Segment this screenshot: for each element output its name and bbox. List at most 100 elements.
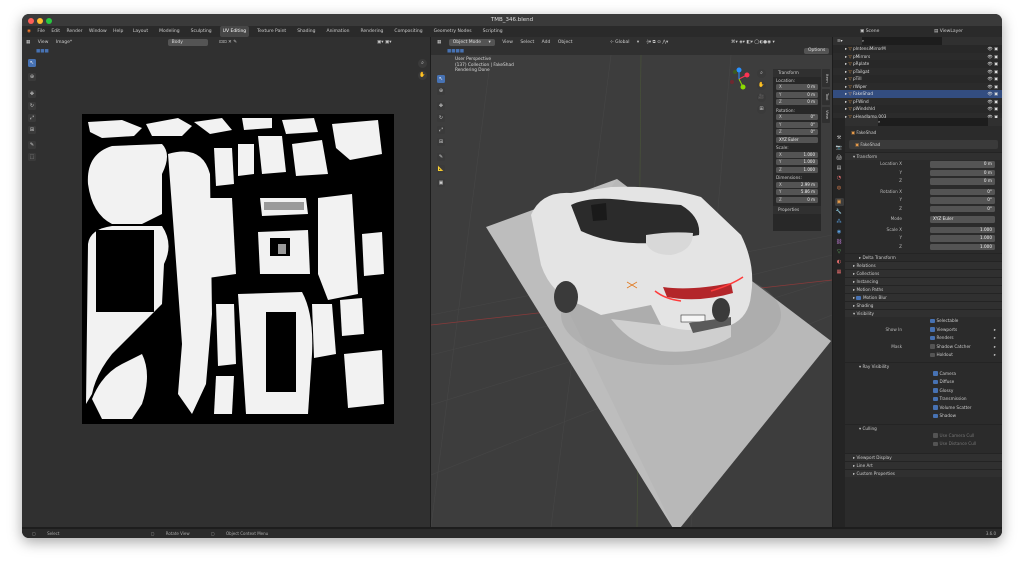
physics-tab-icon[interactable]: ◉ [835, 228, 844, 236]
ray-diffuse-checkbox[interactable]: Diffuse [845, 378, 1002, 387]
n-rot-z[interactable]: Z 0° [776, 129, 818, 135]
vp-scale-tool-icon[interactable]: ⤢ [437, 126, 445, 134]
outliner-item[interactable]: ▸ ▽ rWiper 👁 ▣ [833, 82, 1002, 90]
section-shading[interactable]: ▸ Shading [845, 301, 1002, 309]
viewport-editor-type-icon[interactable]: ▦ [437, 37, 441, 48]
n-panel-properties[interactable]: Properties [773, 206, 821, 214]
minimize-window-button[interactable] [37, 17, 43, 24]
ray-glossy-checkbox[interactable]: Glossy [845, 387, 1002, 396]
ray-shadow-checkbox[interactable]: Shadow [845, 412, 1002, 421]
ray-volume-checkbox[interactable]: Volume Scatter [845, 404, 1002, 413]
camera-view-icon[interactable]: 🎥 [757, 93, 766, 102]
section-delta-transform[interactable]: ▸ Delta Transform [845, 253, 1002, 261]
rotate-tool-icon[interactable]: ↻ [28, 102, 36, 110]
section-culling[interactable]: ▾ Culling [845, 423, 1002, 432]
properties-search[interactable]: ⌕ [878, 118, 988, 126]
prop-scale-z[interactable]: 1.000 [930, 243, 995, 250]
zoom-view-icon[interactable]: ⌕ [418, 59, 427, 68]
distance-cull-checkbox[interactable]: Use Distance Cull [845, 440, 1002, 449]
outliner-item-selected[interactable]: ▸ ▽ FakeShad 👁 ▣ [833, 90, 1002, 98]
output-tab-icon[interactable]: 🖨 [835, 154, 844, 162]
ray-transmission-checkbox[interactable]: Transmission [845, 395, 1002, 404]
object-data-field[interactable]: ▣ FakeShad [849, 140, 998, 149]
uv-map-selector[interactable]: Body [167, 39, 208, 46]
outliner-item[interactable]: ▸ ▽ pRplate 👁 ▣ [833, 60, 1002, 68]
mode-selector[interactable]: Object Mode ▾ [448, 39, 495, 46]
select-mode-icon[interactable]: ■■■■ [447, 48, 464, 55]
overlay-icons[interactable]: ⌘▾ ◈▾ ◧▾ ◯◐●◉ ▾ [731, 37, 775, 48]
section-viewport-display[interactable]: ▸ Viewport Display [845, 452, 1002, 461]
scale-tool-icon[interactable]: ⤢ [28, 114, 36, 122]
n-dim-y[interactable]: Y 5.86 m [776, 189, 818, 195]
side-tab-item[interactable]: Item [822, 69, 830, 87]
material-tab-icon[interactable]: ◐ [835, 258, 844, 266]
world-tab-icon[interactable]: ◍ [835, 184, 844, 192]
outliner-type-icon[interactable]: ☰▾ [837, 38, 843, 43]
prop-rot-x[interactable]: 0° [930, 188, 995, 195]
pan-view-icon[interactable]: ✋ [418, 71, 427, 80]
n-loc-y[interactable]: Y0 m [776, 91, 818, 98]
tab-layout[interactable]: Layout [130, 26, 151, 37]
outliner-search[interactable]: ⌕ [861, 37, 942, 45]
3d-viewport[interactable]: ↖ ⊕ ✥ ↻ ⤢ ⊞ ✎ 📐 ▣ User Perspective (137)… [431, 55, 832, 527]
outliner-item[interactable]: ▸ ▽ pMirrors 👁 ▣ [833, 52, 1002, 60]
vp-pan-icon[interactable]: ✋ [757, 81, 766, 90]
tool-tab-icon[interactable]: ⚒ [835, 134, 844, 142]
vp-menu-view[interactable]: View [502, 37, 513, 48]
section-line-art[interactable]: ▸ Line Art [845, 460, 1002, 469]
section-transform[interactable]: ▾ Transform [845, 152, 1002, 160]
ortho-toggle-icon[interactable]: ⊞ [757, 105, 766, 114]
vp-select-tool-icon[interactable]: ↖ [437, 75, 445, 83]
side-tab-tool[interactable]: Tool [822, 89, 830, 105]
outliner-item[interactable]: ▸ ▽ pTailgat 👁 ▣ [833, 67, 1002, 75]
prop-loc-z[interactable]: 0 m [930, 178, 995, 185]
camera-cull-checkbox[interactable]: Use Camera Cull [845, 432, 1002, 441]
outliner-item[interactable]: ▸ ▽ pFWind 👁 ▣ [833, 97, 1002, 105]
tab-sculpting[interactable]: Sculpting [188, 26, 215, 37]
tab-texture-paint[interactable]: Texture Paint [254, 26, 289, 37]
tab-shading[interactable]: Shading [294, 26, 318, 37]
prop-loc-x[interactable]: 0 m [930, 161, 995, 168]
vp-menu-add[interactable]: Add [542, 37, 551, 48]
scene-selector[interactable]: ▣ Scene [860, 26, 884, 37]
ray-camera-checkbox[interactable]: Camera [845, 370, 1002, 379]
menu-edit[interactable]: Edit [51, 26, 60, 37]
n-scale-z[interactable]: Z 1.000 [776, 166, 818, 173]
tab-compositing[interactable]: Compositing [391, 26, 425, 37]
prop-rot-y[interactable]: 0° [930, 197, 995, 204]
prop-scale-x[interactable]: 1.000 [930, 226, 995, 233]
tab-geometry-nodes[interactable]: Geometry Nodes [431, 26, 475, 37]
display-mode-icon[interactable]: ▣▾ ▣▾ [377, 37, 391, 48]
n-loc-x[interactable]: X0 m [776, 84, 818, 90]
modifier-tab-icon[interactable]: 🔧 [835, 208, 844, 216]
options-button[interactable]: Options [804, 48, 830, 54]
section-collections[interactable]: ▸ Collections [845, 269, 1002, 277]
n-dim-x[interactable]: X 2.99 m [776, 181, 818, 188]
vp-zoom-icon[interactable]: ⌕ [757, 69, 766, 78]
vp-rotate-tool-icon[interactable]: ↻ [437, 114, 445, 122]
section-motion-blur[interactable]: ▸ Motion Blur [845, 293, 1002, 301]
holdout-checkbox[interactable]: Holdout ▸ [845, 351, 1002, 360]
tab-uv-editing[interactable]: UV Editing [219, 26, 250, 37]
section-relations[interactable]: ▸ Relations [845, 261, 1002, 269]
particles-tab-icon[interactable]: ⁂ [835, 218, 844, 226]
object-name-field[interactable]: ▣ FakeShad [845, 128, 1002, 137]
cursor-tool-icon[interactable]: ⊕ [28, 73, 36, 81]
vp-cursor-tool-icon[interactable]: ⊕ [437, 87, 445, 95]
vp-add-cube-tool-icon[interactable]: ▣ [437, 179, 445, 187]
grab-tool-icon[interactable]: ⬚ [28, 153, 36, 161]
section-instancing[interactable]: ▸ Instancing [845, 277, 1002, 285]
blender-logo-icon[interactable]: ◉ [27, 26, 31, 37]
navigation-gizmo[interactable] [727, 67, 751, 91]
section-custom-properties[interactable]: ▸ Custom Properties [845, 468, 1002, 477]
uv-select-mode-icon[interactable]: ■■■ [36, 48, 49, 55]
vp-measure-tool-icon[interactable]: 📐 [437, 165, 445, 173]
section-ray-visibility[interactable]: ▾ Ray Visibility [845, 361, 1002, 370]
uv-menu-view[interactable]: View [38, 37, 49, 48]
menu-help[interactable]: Help [113, 26, 123, 37]
select-tool-icon[interactable]: ↖ [28, 59, 36, 67]
vp-transform-tool-icon[interactable]: ⊞ [437, 138, 445, 146]
n-panel-title[interactable]: Transform [773, 69, 821, 77]
tab-rendering[interactable]: Rendering [357, 26, 386, 37]
menu-file[interactable]: File [37, 26, 45, 37]
